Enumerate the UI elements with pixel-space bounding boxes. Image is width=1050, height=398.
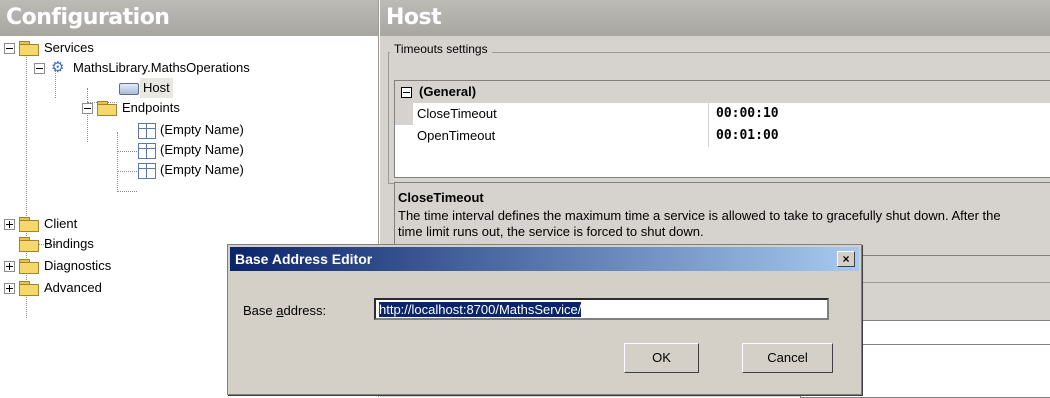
close-icon[interactable]: × (837, 251, 855, 267)
folder-icon (19, 41, 39, 56)
folder-icon (19, 217, 39, 232)
dialog-titlebar[interactable]: Base Address Editor × (230, 247, 859, 271)
collapse-icon[interactable] (401, 87, 412, 98)
cancel-button[interactable]: Cancel (742, 343, 833, 373)
dialog-title: Base Address Editor (235, 251, 373, 267)
tree-node-endpoint[interactable]: (Empty Name) (0, 140, 378, 160)
tree-node-label: Advanced (44, 280, 102, 295)
property-row-close-timeout[interactable]: CloseTimeout 00:00:10 (395, 103, 1050, 126)
tree-node-client[interactable]: Client (0, 214, 378, 234)
property-value[interactable]: 00:00:10 (716, 103, 779, 125)
tree-node-endpoint[interactable]: (Empty Name) (0, 120, 378, 140)
folder-icon (19, 259, 39, 274)
tree-node-label: Diagnostics (44, 258, 112, 273)
description-title: CloseTimeout (398, 190, 484, 205)
tree-node-services[interactable]: Services (0, 38, 378, 58)
folder-icon (97, 101, 117, 116)
category-label: (General) (419, 84, 477, 99)
tree-node-label: (Empty Name) (160, 122, 244, 137)
expand-icon[interactable] (4, 219, 15, 230)
tree-node-label: (Empty Name) (160, 162, 244, 177)
tree-node-label: Bindings (44, 236, 94, 251)
property-row-open-timeout[interactable]: OpenTimeout 00:01:00 (395, 125, 1050, 147)
label-text: Base (243, 303, 277, 318)
expand-icon[interactable] (4, 261, 15, 272)
collapse-icon[interactable] (34, 63, 45, 74)
tree-node-label: MathsLibrary.MathsOperations (73, 60, 250, 75)
folder-icon (19, 237, 39, 252)
grid-column-divider[interactable] (708, 103, 709, 147)
ok-button[interactable]: OK (624, 343, 699, 373)
base-address-label: Base address: (243, 303, 326, 318)
description-text: The time interval defines the maximum ti… (398, 208, 1001, 239)
tree-node-label: (Empty Name) (160, 142, 244, 157)
tree-node-label: Client (44, 216, 78, 231)
base-address-editor-dialog: Base Address Editor × Base address: http… (227, 244, 862, 395)
tree-node-label: Services (44, 40, 94, 55)
folder-icon (19, 281, 39, 296)
tree-connector (117, 191, 137, 193)
category-general[interactable]: (General) (395, 81, 1050, 103)
property-name: OpenTimeout (417, 128, 496, 143)
property-value[interactable]: 00:01:00 (716, 125, 779, 147)
base-address-input[interactable]: http://localhost:8700/MathsService/ (374, 298, 829, 320)
host-header: Host (380, 0, 1050, 36)
label-text: ddress: (283, 303, 327, 318)
tree-node-endpoints[interactable]: Endpoints (0, 98, 378, 118)
collapse-icon[interactable] (82, 103, 93, 114)
app-window: Configuration Services ⚙ MathsLibrary.Ma… (0, 0, 1050, 398)
endpoint-icon (138, 143, 156, 159)
tree-node-label: Host (140, 78, 173, 98)
tree-node-label: Endpoints (122, 100, 180, 115)
base-address-value: http://localhost:8700/MathsService/ (379, 302, 582, 317)
endpoint-icon (138, 123, 156, 139)
tree-node-service[interactable]: ⚙ MathsLibrary.MathsOperations (0, 58, 378, 78)
configuration-header: Configuration (0, 0, 378, 36)
property-grid[interactable]: (General) CloseTimeout 00:00:10 OpenTime… (394, 80, 1050, 178)
tree-node-endpoint[interactable]: (Empty Name) (0, 160, 378, 180)
host-icon (119, 83, 139, 95)
property-name: CloseTimeout (417, 106, 497, 121)
expand-icon[interactable] (4, 283, 15, 294)
collapse-icon[interactable] (4, 43, 15, 54)
endpoint-icon (138, 163, 156, 179)
tree-node-host[interactable]: Host (0, 78, 378, 98)
timeouts-group-title: Timeouts settings (390, 42, 492, 56)
service-gear-icon: ⚙ (51, 59, 65, 76)
